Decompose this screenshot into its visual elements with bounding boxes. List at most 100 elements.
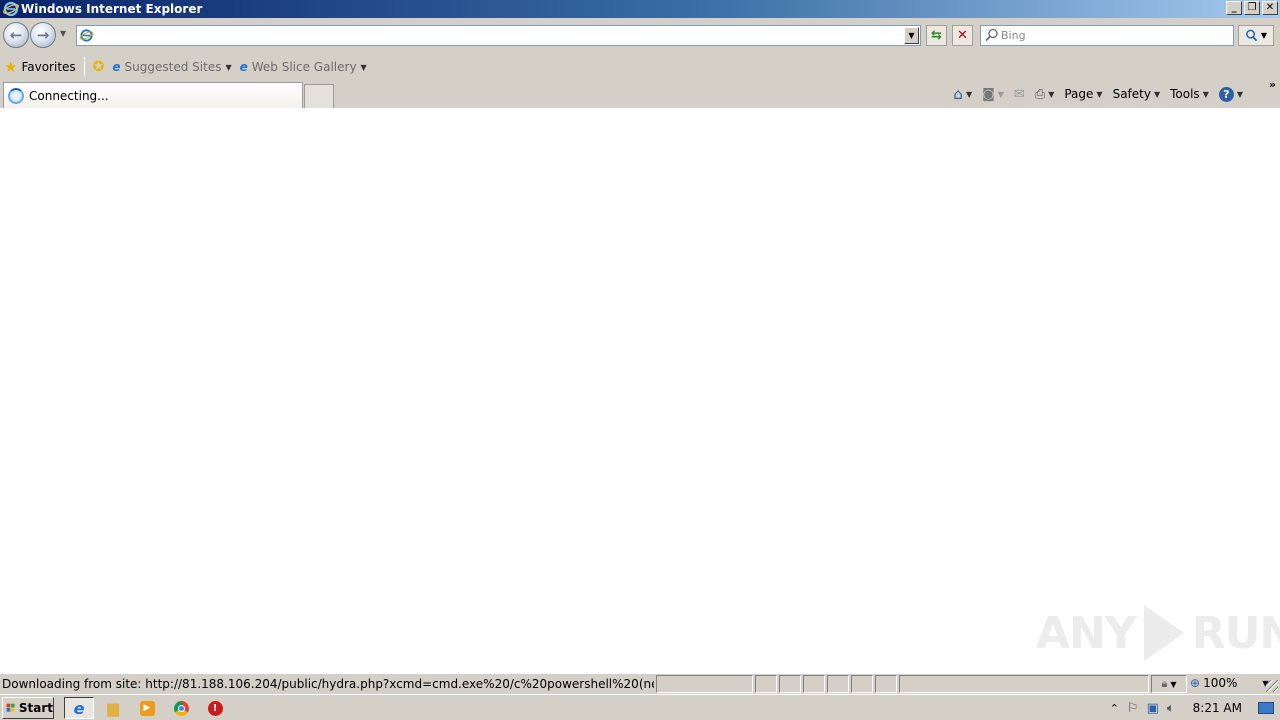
window-titlebar[interactable]: Windows Internet Explorer _ ❐ ✕	[0, 0, 1280, 18]
stop-button[interactable]: ✕	[952, 25, 973, 46]
window-title: Windows Internet Explorer	[21, 2, 203, 16]
read-mail-button[interactable]: ✉	[1009, 83, 1030, 105]
status-bar: Downloading from site: http://81.188.106…	[0, 673, 1280, 694]
address-bar[interactable]: ▼	[76, 25, 921, 46]
back-button[interactable]: ←	[3, 22, 29, 48]
add-favorite-star-icon: ✪	[92, 59, 105, 75]
action-center-flag-icon[interactable]: ⚐	[1127, 701, 1139, 716]
status-pane	[851, 675, 873, 693]
start-label: Start	[18, 701, 53, 715]
windows-logo-icon	[6, 703, 15, 712]
favorites-label: Favorites	[21, 60, 76, 74]
refresh-button[interactable]: ⇆	[926, 25, 947, 46]
search-options-chevron-icon: ▼	[1260, 31, 1268, 40]
taskbar-opera-button[interactable]: !	[200, 697, 230, 719]
new-tab-button[interactable]	[304, 84, 334, 108]
restore-button[interactable]: ❐	[1244, 1, 1260, 15]
tools-menu-label: Tools	[1170, 87, 1200, 101]
status-text: Downloading from site: http://81.188.106…	[2, 677, 654, 691]
network-icon[interactable]: ▣	[1147, 701, 1159, 716]
safety-menu-label: Safety	[1112, 87, 1151, 101]
back-arrow-icon: ←	[9, 26, 23, 44]
command-bar: ⌂ ▼ ◙ ▼ ✉ ⎙ ▼ Page ▼ Safety ▼ Tools ▼ ? …	[948, 82, 1248, 106]
anyrun-watermark: ANY RUN	[1036, 605, 1280, 661]
forward-arrow-icon: →	[36, 26, 50, 44]
refresh-icon: ⇆	[931, 28, 942, 43]
zoom-magnifier-icon: ⊕	[1190, 676, 1201, 690]
status-pane	[779, 675, 801, 693]
ie-page-icon: e	[112, 60, 121, 74]
show-desktop-icon[interactable]	[1258, 702, 1274, 714]
magnifier-icon	[1246, 29, 1258, 42]
chevron-down-icon: ▼	[997, 89, 1004, 99]
volume-icon[interactable]: 🔈︎	[1167, 701, 1175, 716]
status-pane	[827, 675, 849, 693]
ie-logo-icon	[3, 1, 19, 17]
taskbar-ie-button[interactable]: e	[64, 697, 94, 719]
show-hidden-icons-icon[interactable]: ⌃	[1110, 702, 1119, 715]
taskbar: Start e ▆ ▶ ! ⌃ ⚐ ▣ 🔈︎ 8:21 AM	[0, 694, 1280, 720]
opera-icon: !	[207, 700, 223, 716]
more-commands-chevron-icon[interactable]: »	[1269, 78, 1276, 91]
tab-label: Connecting...	[29, 88, 109, 103]
taskbar-explorer-button[interactable]: ▆	[98, 697, 128, 719]
chevron-down-icon: ▼	[1170, 679, 1177, 689]
protected-mode-button[interactable]: 🔒︎ ▼	[1151, 675, 1187, 693]
page-content[interactable]	[0, 108, 1280, 673]
close-button[interactable]: ✕	[1262, 1, 1278, 15]
lock-icon: 🔒︎	[1161, 677, 1168, 690]
ie-page-icon	[79, 29, 94, 42]
rss-feed-icon: ◙	[982, 86, 995, 102]
search-input[interactable]	[1001, 27, 1221, 44]
taskbar-media-player-button[interactable]: ▶	[132, 697, 162, 719]
watermark-left-text: ANY	[1036, 607, 1137, 659]
chevron-down-icon: ▼	[1153, 89, 1161, 99]
chevron-down-icon: ▼	[225, 62, 232, 72]
search-box[interactable]	[980, 25, 1234, 46]
suggested-sites-button[interactable]: e Suggested Sites ▼	[108, 56, 235, 78]
chevron-down-icon: ▼	[1236, 89, 1243, 99]
search-go-button[interactable]: ▼	[1238, 25, 1274, 46]
print-button[interactable]: ⎙ ▼	[1030, 83, 1060, 105]
tab-connecting[interactable]: Connecting...	[3, 82, 303, 108]
mail-icon: ✉	[1013, 86, 1025, 102]
ie-page-icon: e	[239, 60, 248, 74]
chrome-icon	[173, 700, 189, 716]
home-button[interactable]: ⌂ ▼	[948, 83, 977, 105]
home-icon: ⌂	[953, 85, 963, 103]
add-to-favorites-bar-button[interactable]: ✪	[89, 56, 109, 78]
clock[interactable]: 8:21 AM	[1193, 701, 1242, 715]
favorites-button[interactable]: ★ Favorites	[0, 56, 80, 78]
chevron-down-icon: ▼	[1048, 89, 1055, 99]
safety-menu[interactable]: Safety ▼	[1108, 83, 1166, 105]
search-icon	[985, 28, 998, 42]
feeds-button[interactable]: ◙ ▼	[977, 83, 1009, 105]
navigation-bar: ← → ▼ ▼ ⇆ ✕ Bing ▼	[0, 18, 1280, 53]
page-menu[interactable]: Page ▼	[1059, 83, 1107, 105]
progress-pane	[656, 675, 753, 693]
zoom-control[interactable]: ⊕ 100% ▼	[1190, 676, 1269, 690]
recent-pages-dropdown-icon[interactable]: ▼	[60, 29, 66, 38]
help-menu[interactable]: ? ▼	[1214, 83, 1248, 105]
page-menu-label: Page	[1064, 87, 1094, 101]
printer-icon: ⎙	[1034, 86, 1046, 102]
address-input[interactable]	[97, 27, 897, 44]
status-pane	[875, 675, 897, 693]
chevron-down-icon: ▼	[360, 62, 367, 72]
divider	[83, 57, 85, 77]
tools-menu[interactable]: Tools ▼	[1165, 83, 1214, 105]
suggested-sites-label: Suggested Sites	[124, 60, 222, 74]
forward-button[interactable]: →	[30, 22, 56, 48]
minimize-button[interactable]: _	[1226, 1, 1242, 15]
chevron-down-icon: ▼	[965, 89, 973, 99]
system-tray: ⌃ ⚐ ▣ 🔈︎ 8:21 AM	[1110, 697, 1280, 719]
stop-icon: ✕	[957, 28, 968, 43]
status-pane	[755, 675, 777, 693]
taskbar-chrome-button[interactable]	[166, 697, 196, 719]
folder-icon: ▆	[107, 699, 119, 717]
web-slice-gallery-button[interactable]: e Web Slice Gallery ▼	[236, 56, 371, 78]
address-dropdown-button[interactable]: ▼	[904, 27, 919, 44]
resize-grip[interactable]	[1266, 680, 1278, 692]
loading-spinner-icon	[8, 87, 24, 104]
start-button[interactable]: Start	[2, 697, 54, 719]
